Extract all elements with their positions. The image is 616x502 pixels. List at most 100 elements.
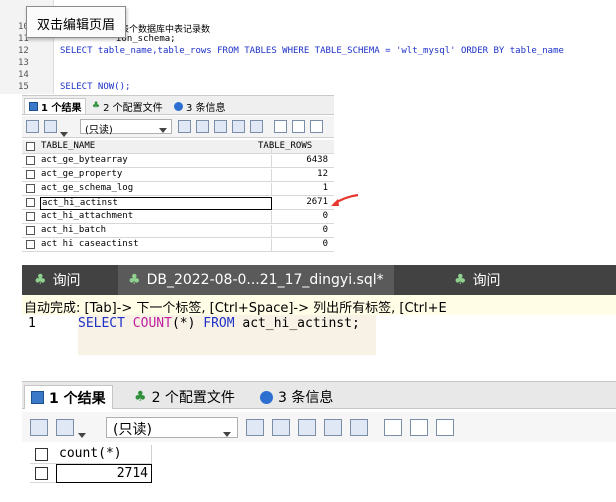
line-number: 13 xyxy=(18,58,29,68)
cell-table-rows[interactable]: 2671 xyxy=(256,197,330,207)
row-checkbox[interactable] xyxy=(26,212,35,221)
save-icon[interactable] xyxy=(298,419,316,436)
chevron-down-icon xyxy=(223,426,231,442)
chevron-down-icon[interactable] xyxy=(78,425,86,444)
sql-args: (*) xyxy=(171,316,196,331)
sql-keyword: SELECT xyxy=(78,316,125,331)
tab-sql-file[interactable]: ♣ DB_2022-08-0...21_17_dingyi.sql* xyxy=(118,265,394,295)
select-all-checkbox[interactable] xyxy=(35,448,48,461)
text-mode-icon[interactable] xyxy=(310,120,323,133)
cell-table-rows[interactable]: 12 xyxy=(256,169,330,179)
tab-label: 3 条信息 xyxy=(186,102,226,114)
delete-icon[interactable] xyxy=(232,120,245,133)
tab-label: 2 个配置文件 xyxy=(103,102,163,114)
cell-table-rows[interactable]: 1 xyxy=(256,183,330,193)
row-checkbox[interactable] xyxy=(26,198,35,207)
table-row[interactable]: act_ge_schema_log 1 xyxy=(22,182,334,196)
cell-table-rows[interactable]: 0 xyxy=(256,225,330,235)
tab-messages[interactable]: 3 条信息 xyxy=(260,385,333,409)
info-icon xyxy=(174,101,183,111)
table-row[interactable]: act_hi_batch 0 xyxy=(22,224,334,238)
column-header-count[interactable]: count(*) xyxy=(56,445,152,464)
cell-table-rows[interactable]: 6438 xyxy=(256,155,330,165)
grid-mode-icon[interactable] xyxy=(384,419,402,436)
delete-icon[interactable] xyxy=(324,419,342,436)
tab-query[interactable]: ♣ 询问 xyxy=(454,265,501,295)
cell-table-rows[interactable]: 0 xyxy=(256,211,330,221)
query-icon: ♣ xyxy=(34,272,47,288)
grid-icon xyxy=(31,391,44,404)
result-toolbar: (只读) xyxy=(22,116,334,138)
tab-profiles[interactable]: ♣ 2 个配置文件 xyxy=(134,385,235,409)
red-arrow-icon xyxy=(331,193,359,206)
profile-icon: ♣ xyxy=(134,389,147,405)
cell-count-value[interactable]: 2714 xyxy=(56,464,152,483)
select-all-checkbox[interactable] xyxy=(26,142,35,151)
form-mode-icon[interactable] xyxy=(292,120,305,133)
form-mode-icon[interactable] xyxy=(410,419,428,436)
query-icon: ♣ xyxy=(454,272,467,288)
row-checkbox[interactable] xyxy=(26,156,35,165)
readonly-select[interactable]: (只读) xyxy=(80,119,172,136)
insert-row-icon[interactable] xyxy=(178,120,191,133)
duplicate-row-icon[interactable] xyxy=(196,120,209,133)
tab-label: 1 个结果 xyxy=(49,390,106,407)
tab-results[interactable]: 1 个结果 xyxy=(24,385,113,409)
cell-table-name[interactable]: act hi caseactinst xyxy=(40,239,272,252)
cell-table-name[interactable]: act_hi_batch xyxy=(40,225,272,238)
save-icon[interactable] xyxy=(214,120,227,133)
sql-editor-line[interactable]: SELECT COUNT(*) FROM act_hi_actinst; xyxy=(78,316,360,331)
cell-table-name[interactable]: act_hi_actinst xyxy=(40,197,272,210)
duplicate-row-icon[interactable] xyxy=(272,419,290,436)
row-checkbox[interactable] xyxy=(26,226,35,235)
table-row-selected[interactable]: act_hi_actinst 2671 xyxy=(22,196,334,210)
export-grid-icon[interactable] xyxy=(30,419,48,436)
tab-label: DB_2022-08-0...21_17_dingyi.sql* xyxy=(146,272,384,288)
tooltip-text: 双击编辑页眉 xyxy=(37,18,116,33)
query-tabs-bar: ♣ 询问 ♣ DB_2022-08-0...21_17_dingyi.sql* … xyxy=(22,265,616,295)
row-checkbox[interactable] xyxy=(26,240,35,249)
tab-results[interactable]: 1 个结果 xyxy=(24,98,87,114)
row-checkbox[interactable] xyxy=(26,184,35,193)
row-checkbox[interactable] xyxy=(35,467,48,480)
readonly-select[interactable]: (只读) xyxy=(106,417,238,438)
cell-table-name[interactable]: act_ge_property xyxy=(40,169,272,182)
table-row[interactable]: act hi caseactinst 0 xyxy=(22,238,334,252)
export-grid-icon[interactable] xyxy=(26,120,39,133)
tab-messages[interactable]: 3 条信息 xyxy=(174,98,226,114)
text-mode-icon[interactable] xyxy=(436,419,454,436)
autocomplete-text: 自动完成: [Tab]-> 下一个标签, [Ctrl+Space]-> 列出所有… xyxy=(24,301,447,315)
insert-row-icon[interactable] xyxy=(246,419,264,436)
grid-mode-icon[interactable] xyxy=(274,120,287,133)
table-header: count(*) xyxy=(30,445,152,464)
table-row[interactable]: act_ge_bytearray 6438 xyxy=(22,154,334,168)
cell-table-name[interactable]: act_ge_bytearray xyxy=(40,155,272,168)
table-row[interactable]: act_hi_attachment 0 xyxy=(22,210,334,224)
grid-view-icon[interactable] xyxy=(44,120,57,133)
code-line-select-tables[interactable]: SELECT table_name,table_rows FROM TABLES… xyxy=(60,46,564,56)
chevron-down-icon xyxy=(159,125,167,136)
cell-table-name[interactable]: act_ge_schema_log xyxy=(40,183,272,196)
code-line-select-now[interactable]: SELECT NOW(); xyxy=(60,82,130,92)
column-header-table-name[interactable]: TABLE_NAME xyxy=(40,141,272,154)
tab-label: 1 个结果 xyxy=(41,103,82,114)
tab-query[interactable]: ♣ 询问 xyxy=(34,265,81,295)
line-number: 1 xyxy=(28,316,36,331)
cell-table-rows[interactable]: 0 xyxy=(256,239,330,249)
refresh-icon[interactable] xyxy=(350,419,368,436)
table-row[interactable]: 2714 xyxy=(30,464,152,483)
line-number: 12 xyxy=(18,46,29,56)
cell-table-name[interactable]: act_hi_attachment xyxy=(40,211,272,224)
line-number: 14 xyxy=(18,70,29,80)
result-table: TABLE_NAME TABLE_ROWS act_ge_bytearray 6… xyxy=(22,140,334,252)
grid-view-icon[interactable] xyxy=(56,419,74,436)
table-row[interactable]: act_ge_property 12 xyxy=(22,168,334,182)
result-toolbar: (只读) xyxy=(22,412,616,442)
readonly-label: (只读) xyxy=(85,125,113,136)
edit-header-tooltip: 双击编辑页眉 xyxy=(26,6,126,38)
refresh-icon[interactable] xyxy=(250,120,263,133)
tab-profiles[interactable]: ♣ 2 个配置文件 xyxy=(92,98,163,114)
row-checkbox[interactable] xyxy=(26,170,35,179)
grid-icon xyxy=(29,102,38,111)
column-header-table-rows[interactable]: TABLE_ROWS xyxy=(256,141,330,151)
